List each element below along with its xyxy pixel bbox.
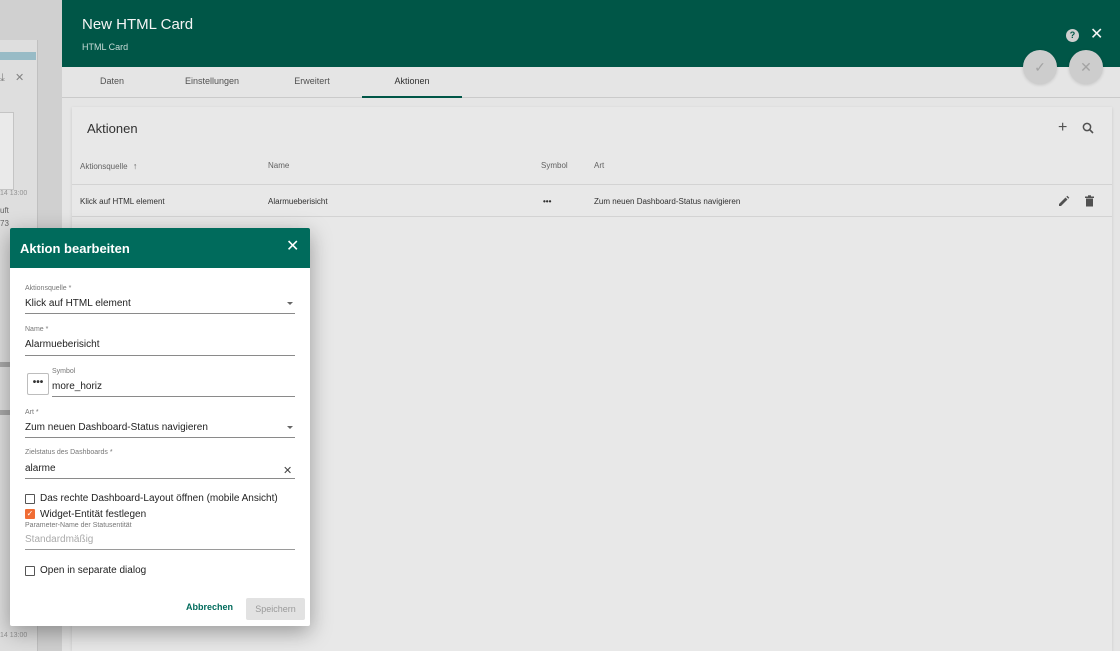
source-label: Aktionsquelle * [25, 285, 72, 292]
target-state-input[interactable]: alarme [25, 463, 56, 474]
open-right-layout-checkbox[interactable] [25, 494, 35, 504]
separate-dialog-checkbox[interactable] [25, 566, 35, 576]
param-name-label: Parameter-Name der Statusentität [25, 522, 132, 529]
edit-action-dialog: Aktion bearbeiten ✕ Aktionsquelle * Klic… [10, 228, 310, 626]
field-underline [25, 437, 295, 438]
target-state-label: Zielstatus des Dashboards * [25, 449, 113, 456]
separate-dialog-label[interactable]: Open in separate dialog [40, 565, 146, 576]
field-underline [52, 396, 295, 397]
type-label: Art * [25, 409, 39, 416]
param-name-input[interactable]: Standardmäßig [25, 534, 93, 545]
field-underline [25, 313, 295, 314]
source-select[interactable]: Klick auf HTML element [25, 298, 131, 309]
field-underline [25, 355, 295, 356]
chevron-down-icon[interactable] [287, 426, 293, 429]
chevron-down-icon[interactable] [287, 302, 293, 305]
dialog-header: Aktion bearbeiten ✕ [10, 228, 310, 268]
name-label: Name * [25, 326, 49, 333]
open-right-layout-label[interactable]: Das rechte Dashboard-Layout öffnen (mobi… [40, 493, 278, 504]
symbol-input[interactable]: more_horiz [52, 381, 102, 392]
dialog-title: Aktion bearbeiten [20, 241, 130, 256]
save-button[interactable]: Speichern [246, 598, 305, 620]
cancel-button[interactable]: Abbrechen [186, 602, 233, 612]
field-underline [25, 478, 295, 479]
name-input[interactable]: Alarmueberisicht [25, 339, 99, 350]
close-dialog-icon[interactable]: ✕ [286, 239, 299, 255]
clear-icon[interactable]: ✕ [283, 464, 292, 477]
set-entity-checkbox[interactable]: ✓ [25, 509, 35, 519]
icon-picker-button[interactable]: ••• [27, 373, 49, 395]
type-select[interactable]: Zum neuen Dashboard-Status navigieren [25, 422, 208, 433]
set-entity-label[interactable]: Widget-Entität festlegen [40, 509, 146, 520]
field-underline [25, 549, 295, 550]
symbol-label: Symbol [52, 368, 76, 375]
